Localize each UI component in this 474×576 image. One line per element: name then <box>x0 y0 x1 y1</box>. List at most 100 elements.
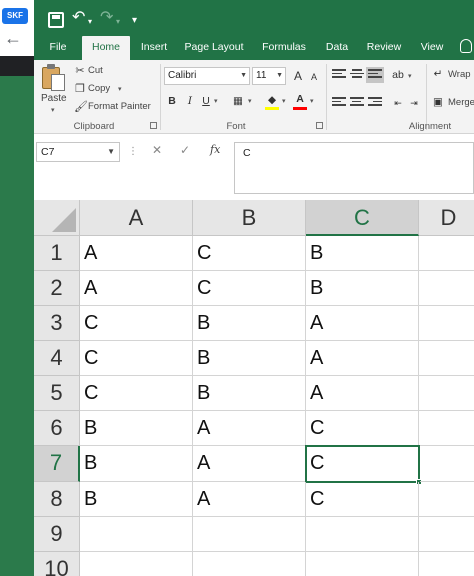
tab-data[interactable]: Data <box>318 36 356 60</box>
cell-d6[interactable] <box>419 411 474 446</box>
cell-b10[interactable] <box>193 552 306 576</box>
bottom-align-icon[interactable] <box>366 67 384 83</box>
orientation-dropdown-icon[interactable]: ▾ <box>408 72 412 80</box>
cell-b9[interactable] <box>193 517 306 552</box>
cell-b3[interactable]: B <box>193 306 306 341</box>
name-box[interactable]: C7 ▼ <box>36 142 120 162</box>
cell-d7[interactable] <box>420 446 474 482</box>
redo-dropdown-icon[interactable]: ▾ <box>116 12 120 32</box>
paste-icon[interactable] <box>42 64 66 92</box>
wrap-text-button[interactable]: Wrap <box>448 69 471 80</box>
cell-a1[interactable]: A <box>80 236 193 271</box>
tab-home[interactable]: Home <box>82 36 130 60</box>
cell-d2[interactable] <box>419 271 474 306</box>
cell-c5[interactable]: A <box>306 376 419 411</box>
browser-back-icon[interactable]: ← <box>4 28 22 49</box>
merge-center-button[interactable]: Merge <box>448 97 474 108</box>
save-icon[interactable] <box>48 12 64 28</box>
enter-icon[interactable]: ✓ <box>180 143 190 157</box>
cell-d5[interactable] <box>419 376 474 411</box>
row-header-5[interactable]: 5 <box>34 376 80 411</box>
column-header-c[interactable]: C <box>306 200 419 236</box>
increase-font-size-icon[interactable]: A <box>290 68 306 84</box>
cell-b4[interactable]: B <box>193 341 306 376</box>
row-header-2[interactable]: 2 <box>34 271 80 306</box>
decrease-indent-icon[interactable]: ⇤ <box>390 95 406 111</box>
cell-a2[interactable]: A <box>80 271 193 306</box>
column-header-a[interactable]: A <box>80 200 193 236</box>
cell-c7-active[interactable]: C <box>305 445 420 483</box>
cell-a8[interactable]: B <box>80 482 193 517</box>
row-header-7[interactable]: 7 <box>34 446 80 482</box>
italic-button[interactable]: I <box>182 93 198 109</box>
row-header-10[interactable]: 10 <box>34 552 80 576</box>
cell-d8[interactable] <box>419 482 474 517</box>
redo-icon[interactable]: ↷ <box>100 8 113 28</box>
paste-button[interactable]: Paste <box>41 93 67 104</box>
cut-button[interactable]: Cut <box>88 65 103 76</box>
cell-a3[interactable]: C <box>80 306 193 341</box>
tab-review[interactable]: Review <box>362 36 406 60</box>
row-header-1[interactable]: 1 <box>34 236 80 271</box>
row-header-6[interactable]: 6 <box>34 411 80 446</box>
insert-function-icon[interactable]: fx <box>210 143 220 156</box>
cell-b5[interactable]: B <box>193 376 306 411</box>
align-left-icon[interactable] <box>332 97 346 109</box>
tell-me-lightbulb-icon[interactable] <box>460 39 472 53</box>
cell-a9[interactable] <box>80 517 193 552</box>
tab-page-layout[interactable]: Page Layout <box>180 36 248 60</box>
cell-b2[interactable]: C <box>193 271 306 306</box>
cell-c4[interactable]: A <box>306 341 419 376</box>
cell-d3[interactable] <box>419 306 474 341</box>
cell-c2[interactable]: B <box>306 271 419 306</box>
tab-file[interactable]: File <box>36 36 80 60</box>
increase-indent-icon[interactable]: ⇥ <box>406 95 422 111</box>
cell-d4[interactable] <box>419 341 474 376</box>
format-painter-button[interactable]: Format Painter <box>88 101 151 112</box>
paste-dropdown-icon[interactable]: ▾ <box>51 106 55 114</box>
worksheet-grid[interactable]: A B C D 1 A C B 2 A C B 3 C B A 4 C B A … <box>34 200 474 576</box>
font-size-select[interactable]: 11 ▼ <box>252 67 286 85</box>
cell-d10[interactable] <box>419 552 474 576</box>
borders-dropdown-icon[interactable]: ▾ <box>248 97 252 105</box>
copy-button[interactable]: Copy <box>88 83 110 94</box>
cell-c1[interactable]: B <box>306 236 419 271</box>
tab-view[interactable]: View <box>414 36 450 60</box>
underline-dropdown-icon[interactable]: ▾ <box>214 97 218 105</box>
cell-a6[interactable]: B <box>80 411 193 446</box>
cell-a4[interactable]: C <box>80 341 193 376</box>
undo-icon[interactable]: ↶ <box>72 8 85 28</box>
cell-b8[interactable]: A <box>193 482 306 517</box>
fill-color-icon[interactable]: ◆ <box>264 92 280 108</box>
undo-dropdown-icon[interactable]: ▾ <box>88 12 92 32</box>
tab-formulas[interactable]: Formulas <box>256 36 312 60</box>
cell-a10[interactable] <box>80 552 193 576</box>
cell-c3[interactable]: A <box>306 306 419 341</box>
cell-a7[interactable]: B <box>80 446 193 482</box>
cell-a5[interactable]: C <box>80 376 193 411</box>
wrap-text-icon[interactable]: ↵ <box>430 66 446 82</box>
cancel-icon[interactable]: ✕ <box>152 143 162 157</box>
copy-dropdown-icon[interactable]: ▾ <box>118 85 122 93</box>
merge-center-icon[interactable]: ▣ <box>430 94 446 110</box>
borders-icon[interactable]: ▦ <box>230 93 246 109</box>
row-header-3[interactable]: 3 <box>34 306 80 341</box>
fill-color-dropdown-icon[interactable]: ▾ <box>282 97 286 105</box>
column-header-b[interactable]: B <box>193 200 306 236</box>
cell-c10[interactable] <box>306 552 419 576</box>
decrease-font-size-icon[interactable]: A <box>306 69 322 85</box>
cell-d1[interactable] <box>419 236 474 271</box>
browser-favicon-icon[interactable]: SKF <box>2 8 28 24</box>
column-header-d[interactable]: D <box>419 200 474 236</box>
underline-button[interactable]: U <box>198 93 214 109</box>
middle-align-icon[interactable] <box>350 69 364 81</box>
row-header-4[interactable]: 4 <box>34 341 80 376</box>
cell-b6[interactable]: A <box>193 411 306 446</box>
cell-c6[interactable]: C <box>306 411 419 446</box>
row-header-8[interactable]: 8 <box>34 482 80 517</box>
orientation-icon[interactable]: ab <box>390 67 406 83</box>
tab-insert[interactable]: Insert <box>132 36 176 60</box>
cut-icon[interactable]: ✂ <box>74 65 86 77</box>
align-center-icon[interactable] <box>350 97 364 109</box>
copy-icon[interactable]: ❐ <box>74 83 86 95</box>
